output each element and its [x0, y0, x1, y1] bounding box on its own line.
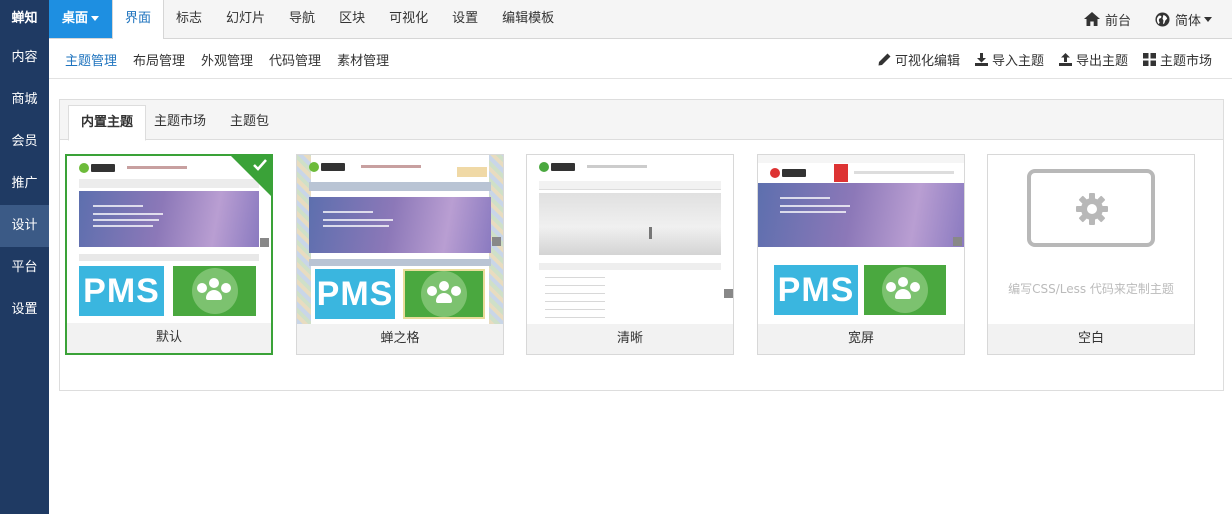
pms-thumb: PMS — [774, 265, 858, 315]
theme-thumbnail — [527, 155, 733, 324]
sidebar-item-design[interactable]: 设计 — [0, 205, 49, 247]
desktop-label: 桌面 — [62, 11, 89, 26]
sidebar-item-shop[interactable]: 商城 — [0, 79, 49, 121]
theme-name: 宽屏 — [758, 324, 964, 354]
grid-icon — [1142, 52, 1156, 66]
logo-icon — [309, 162, 347, 172]
subnav-code-manage[interactable]: 代码管理 — [269, 50, 321, 69]
import-theme-button[interactable]: 导入主题 — [974, 50, 1044, 69]
pms-thumb: PMS — [315, 269, 395, 319]
tab-settings[interactable]: 设置 — [440, 0, 490, 39]
panel-tabs: 内置主题 主题市场 主题包 — [60, 100, 1223, 141]
theme-card-chanzhige[interactable]: PMS 蝉之格 — [296, 154, 504, 355]
sidebar-item-promotion[interactable]: 推广 — [0, 163, 49, 205]
export-theme-label: 导出主题 — [1075, 53, 1128, 69]
theme-card-clear[interactable]: 清晰 — [526, 154, 734, 355]
visual-edit-label: 可视化编辑 — [894, 53, 960, 69]
sidebar-item-content[interactable]: 内容 — [0, 37, 49, 79]
theme-name: 空白 — [988, 324, 1194, 354]
tab-builtin-themes[interactable]: 内置主题 — [68, 105, 147, 141]
theme-thumbnail: PMS — [758, 155, 964, 324]
sidebar-item-brand[interactable]: 蝉知 — [0, 0, 49, 37]
theme-thumbnail: 编写CSS/Less 代码来定制主题 — [988, 155, 1194, 324]
logo-icon — [539, 162, 577, 172]
logo-icon — [79, 163, 117, 173]
download-icon — [974, 52, 988, 66]
users-icon — [403, 269, 485, 319]
front-label: 前台 — [1104, 13, 1131, 29]
tab-blocks[interactable]: 区块 — [327, 0, 377, 39]
language-dropdown[interactable]: 简体 — [1155, 10, 1212, 29]
subnav-theme-manage[interactable]: 主题管理 — [65, 50, 117, 69]
language-label: 简体 — [1174, 13, 1201, 29]
visual-edit-button[interactable]: 可视化编辑 — [878, 50, 960, 69]
pms-thumb: PMS — [79, 266, 164, 316]
upload-icon — [1058, 52, 1072, 66]
tab-slides[interactable]: 幻灯片 — [214, 0, 277, 39]
users-icon — [173, 266, 256, 316]
sidebar-item-platform[interactable]: 平台 — [0, 247, 49, 289]
home-icon — [1083, 12, 1100, 26]
theme-thumbnail: PMS — [297, 155, 503, 324]
tab-visual[interactable]: 可视化 — [377, 0, 440, 39]
top-right-links: 前台 简体 — [1060, 0, 1212, 38]
main-nav: 界面 标志 幻灯片 导航 区块 可视化 设置 编辑模板 — [112, 0, 566, 39]
tab-theme-market[interactable]: 主题市场 — [142, 105, 218, 140]
sub-nav-actions: 可视化编辑 导入主题 导出主题 主题市场 — [863, 39, 1212, 79]
theme-name: 蝉之格 — [297, 324, 503, 354]
theme-market-label: 主题市场 — [1159, 53, 1212, 69]
blank-theme-hint: 编写CSS/Less 代码来定制主题 — [1008, 282, 1174, 296]
import-theme-label: 导入主题 — [991, 53, 1044, 69]
theme-card-default[interactable]: PMS 默认 — [65, 154, 273, 355]
globe-icon — [1155, 11, 1170, 27]
tab-theme-packages[interactable]: 主题包 — [218, 105, 281, 140]
caret-down-icon — [91, 16, 100, 21]
subnav-appearance-manage[interactable]: 外观管理 — [201, 50, 253, 69]
check-icon — [253, 159, 267, 171]
pen-icon — [878, 53, 891, 65]
logo-icon — [770, 168, 808, 178]
sidebar-item-settings[interactable]: 设置 — [0, 289, 49, 331]
theme-market-button[interactable]: 主题市场 — [1142, 50, 1212, 69]
sidebar-item-members[interactable]: 会员 — [0, 121, 49, 163]
top-navbar: 桌面 界面 标志 幻灯片 导航 区块 可视化 设置 编辑模板 前台 简体 — [49, 0, 1232, 39]
export-theme-button[interactable]: 导出主题 — [1058, 50, 1128, 69]
tab-logo[interactable]: 标志 — [164, 0, 214, 39]
gear-icon — [1076, 193, 1108, 225]
front-link[interactable]: 前台 — [1083, 10, 1131, 29]
theme-name: 清晰 — [527, 324, 733, 354]
sub-nav: 主题管理 布局管理 外观管理 代码管理 素材管理 可视化编辑 导入主题 导出主题… — [49, 39, 1232, 79]
tab-interface[interactable]: 界面 — [112, 0, 165, 39]
theme-panel: 内置主题 主题市场 主题包 PMS 默认 PMS 蝉之格 清晰 PMS 宽屏 编… — [59, 99, 1224, 391]
caret-down-icon — [1204, 16, 1212, 22]
left-sidebar: 蝉知 内容 商城 会员 推广 设计 平台 设置 — [0, 0, 49, 514]
tab-edit-template[interactable]: 编辑模板 — [490, 0, 566, 39]
theme-card-widescreen[interactable]: PMS 宽屏 — [757, 154, 965, 355]
tab-navigation[interactable]: 导航 — [277, 0, 327, 39]
sub-nav-menu: 主题管理 布局管理 外观管理 代码管理 素材管理 — [65, 39, 405, 79]
theme-name: 默认 — [67, 323, 271, 353]
users-icon — [864, 265, 946, 315]
desktop-dropdown-button[interactable]: 桌面 — [49, 0, 112, 38]
subnav-layout-manage[interactable]: 布局管理 — [133, 50, 185, 69]
theme-card-blank[interactable]: 编写CSS/Less 代码来定制主题 空白 — [987, 154, 1195, 355]
subnav-assets-manage[interactable]: 素材管理 — [337, 50, 389, 69]
